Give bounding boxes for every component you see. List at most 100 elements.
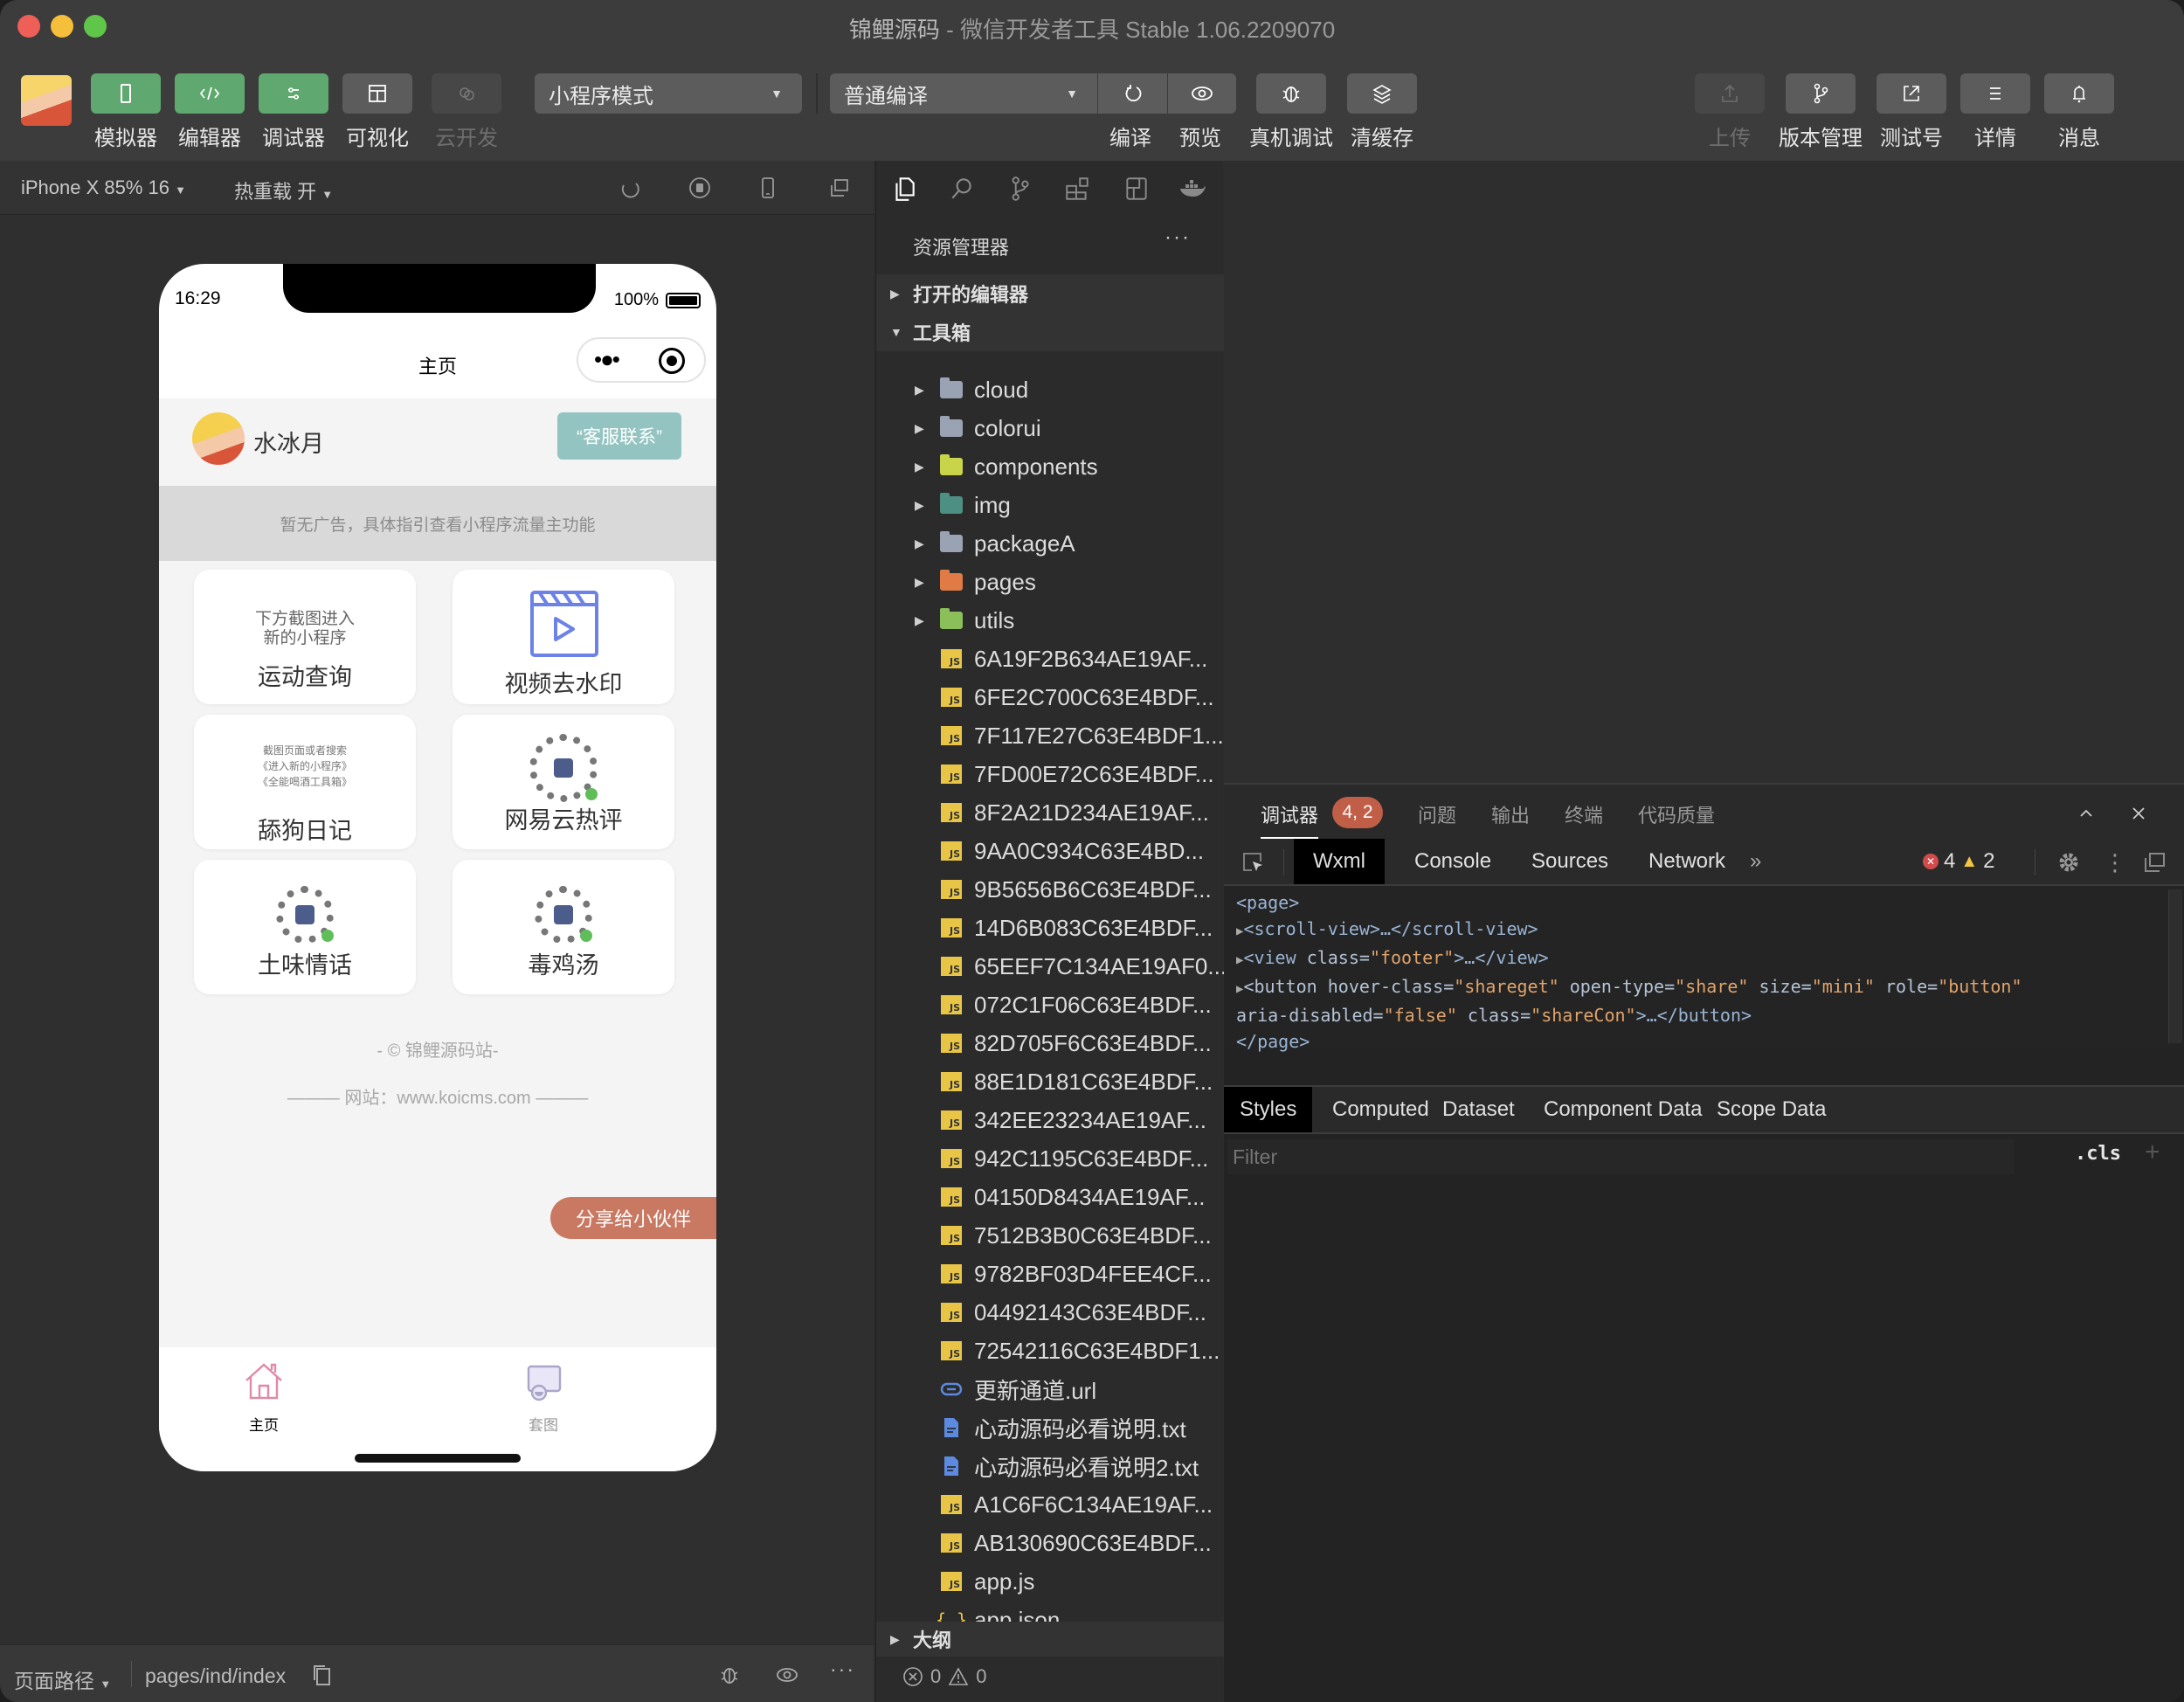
docker-tab[interactable] (1177, 173, 1208, 204)
tree-file[interactable]: 心动源码必看说明.txt (876, 1408, 1224, 1447)
wxml-node-page-close[interactable]: </page> (1236, 1028, 2184, 1055)
tab-sources[interactable]: Sources (1512, 839, 1628, 884)
reload-sim-button[interactable] (615, 173, 645, 203)
wxml-scrollbar[interactable] (2168, 889, 2182, 1043)
copy-path-button[interactable] (311, 1663, 334, 1687)
tab-console[interactable]: Console (1395, 839, 1510, 884)
version-control-button[interactable] (1786, 73, 1856, 114)
debug-page-button[interactable] (715, 1661, 744, 1689)
outline-section[interactable]: ▶ 大纲 (876, 1622, 1224, 1657)
tree-folder[interactable]: ▶ components (876, 447, 1224, 486)
issue-counters[interactable]: ✕ 4 ▲ 2 (1923, 849, 1995, 874)
tree-file[interactable]: JS 65EEF7C134AE19AF0... (876, 947, 1227, 986)
tree-file[interactable]: JS 14D6B083C63E4BDF... (876, 909, 1224, 947)
more-dots-icon[interactable]: •●• (594, 348, 620, 370)
more-options-icon[interactable]: ⋮ (2104, 848, 2126, 877)
tree-file[interactable]: JS 6A19F2B634AE19AF... (876, 640, 1224, 678)
storage-tab[interactable] (1121, 173, 1152, 204)
card-netease[interactable]: 网易云热评 (453, 715, 674, 849)
card-sports[interactable]: 下方截图进入 新的小程序 运动查询 (194, 570, 416, 704)
tree-file[interactable]: JS 72542116C63E4BDF1... (876, 1332, 1224, 1370)
wxml-node-page-open[interactable]: <page> (1236, 889, 2184, 916)
problems-summary[interactable]: 0 0 (902, 1665, 987, 1688)
tree-file[interactable]: 更新通道.url (876, 1370, 1224, 1408)
test-account-button[interactable] (1876, 73, 1946, 114)
card-diary[interactable]: 截图页面或者搜索 《进入新的小程序》 《全能喝酒工具箱》 舔狗日记 (194, 715, 416, 849)
more-tabs-button[interactable]: » (1731, 839, 1780, 884)
explorer-tab[interactable] (888, 173, 920, 204)
close-panel-button[interactable] (2125, 800, 2152, 827)
user-avatar[interactable] (21, 75, 72, 126)
tab-dataset[interactable]: Dataset (1427, 1087, 1531, 1132)
tree-file[interactable]: JS 6FE2C700C63E4BDF... (876, 678, 1224, 716)
add-rule-button[interactable]: + (2145, 1138, 2160, 1167)
tab-styles[interactable]: Styles (1224, 1087, 1313, 1132)
tree-file[interactable]: 心动源码必看说明2.txt (876, 1447, 1224, 1485)
root-folder-section[interactable]: ▼ 工具箱 (876, 313, 1224, 351)
tab-wxml[interactable]: Wxml (1294, 839, 1385, 884)
tree-file[interactable]: JS 7FD00E72C63E4BDF... (876, 755, 1224, 793)
tree-file[interactable]: JS A1C6F6C134AE19AF... (876, 1485, 1224, 1524)
details-button[interactable] (1960, 73, 2030, 114)
messages-button[interactable] (2044, 73, 2114, 114)
tree-folder[interactable]: ▶ pages (876, 563, 1224, 601)
tree-file[interactable]: JS 9B5656B6C63E4BDF... (876, 870, 1224, 909)
search-tab[interactable] (946, 173, 978, 204)
contact-service-button[interactable]: “客服联系” (557, 412, 681, 460)
tree-file[interactable]: JS 04492143C63E4BDF... (876, 1293, 1224, 1332)
device-toggle-button[interactable] (753, 173, 783, 203)
tab-debugger[interactable]: 调试器 (1261, 800, 1318, 828)
styles-filter-input[interactable] (1227, 1139, 2014, 1174)
upload-button[interactable] (1695, 73, 1765, 114)
cls-toggle-button[interactable]: .cls (2075, 1143, 2121, 1165)
tab-problems[interactable]: 问题 (1418, 800, 1456, 828)
card-video-watermark[interactable]: 视频去水印 (453, 570, 674, 704)
mode-select[interactable]: 小程序模式 ▼ (535, 73, 802, 114)
editor-button[interactable] (175, 73, 245, 114)
debugger-button[interactable] (259, 73, 328, 114)
tree-file[interactable]: JS 8F2A21D234AE19AF... (876, 793, 1224, 832)
wxml-node-scroll-view[interactable]: ▶<scroll-view>…</scroll-view> (1236, 916, 2184, 944)
page-path-select[interactable]: 页面路径 ▼ (14, 1664, 111, 1694)
explorer-more-icon[interactable]: ··· (1165, 225, 1191, 250)
preview-page-button[interactable] (772, 1661, 802, 1689)
preview-button[interactable] (1168, 73, 1236, 114)
tree-file[interactable]: JS 7F117E27C63E4BDF1... (876, 716, 1224, 755)
tab-computed[interactable]: Computed (1317, 1087, 1445, 1132)
tree-file[interactable]: JS 9AA0C934C63E4BD... (876, 832, 1224, 870)
collapse-panel-button[interactable] (2073, 800, 2099, 827)
card-chicken-soup[interactable]: 毒鸡汤 (453, 860, 674, 994)
tree-folder[interactable]: ▶ packageA (876, 524, 1224, 563)
tab-home[interactable]: 主页 (211, 1360, 316, 1435)
device-select[interactable]: iPhone X 85% 16 ▼ (21, 176, 186, 199)
tab-code-quality[interactable]: 代码质量 (1638, 800, 1715, 828)
close-miniprogram-icon[interactable] (659, 348, 685, 374)
tab-output[interactable]: 输出 (1491, 800, 1530, 828)
extensions-tab[interactable] (1061, 173, 1093, 204)
source-control-tab[interactable] (1004, 173, 1035, 204)
inspect-element-button[interactable] (1238, 848, 1268, 877)
tree-file[interactable]: JS 88E1D181C63E4BDF... (876, 1062, 1224, 1101)
tree-file[interactable]: JS app.js (876, 1562, 1224, 1601)
clear-cache-button[interactable] (1347, 73, 1417, 114)
more-icon[interactable]: ··· (830, 1657, 855, 1681)
tree-folder[interactable]: ▶ utils (876, 601, 1224, 640)
tree-folder[interactable]: ▶ cloud (876, 370, 1224, 409)
tab-terminal[interactable]: 终端 (1565, 800, 1603, 828)
tree-folder[interactable]: ▶ img (876, 486, 1224, 524)
tree-file[interactable]: JS 7512B3B0C63E4BDF... (876, 1216, 1224, 1255)
undock-button[interactable] (2139, 848, 2169, 877)
tree-file[interactable]: JS 342EE23234AE19AF... (876, 1101, 1224, 1139)
compile-select[interactable]: 普通编译 ▼ (830, 73, 1097, 114)
tab-network[interactable]: Network (1629, 839, 1745, 884)
open-editors-section[interactable]: ▶ 打开的编辑器 (876, 274, 1224, 313)
compile-button[interactable] (1098, 73, 1167, 114)
visualize-button[interactable] (342, 73, 412, 114)
card-love-words[interactable]: 土味情话 (194, 860, 416, 994)
tree-file[interactable]: JS 04150D8434AE19AF... (876, 1178, 1224, 1216)
detach-sim-button[interactable] (825, 173, 854, 203)
wxml-node-footer[interactable]: ▶<view class="footer">…</view> (1236, 944, 2184, 973)
stop-sim-button[interactable] (685, 173, 715, 203)
simulator-button[interactable] (91, 73, 161, 114)
tab-component-data[interactable]: Component Data (1528, 1087, 1717, 1132)
